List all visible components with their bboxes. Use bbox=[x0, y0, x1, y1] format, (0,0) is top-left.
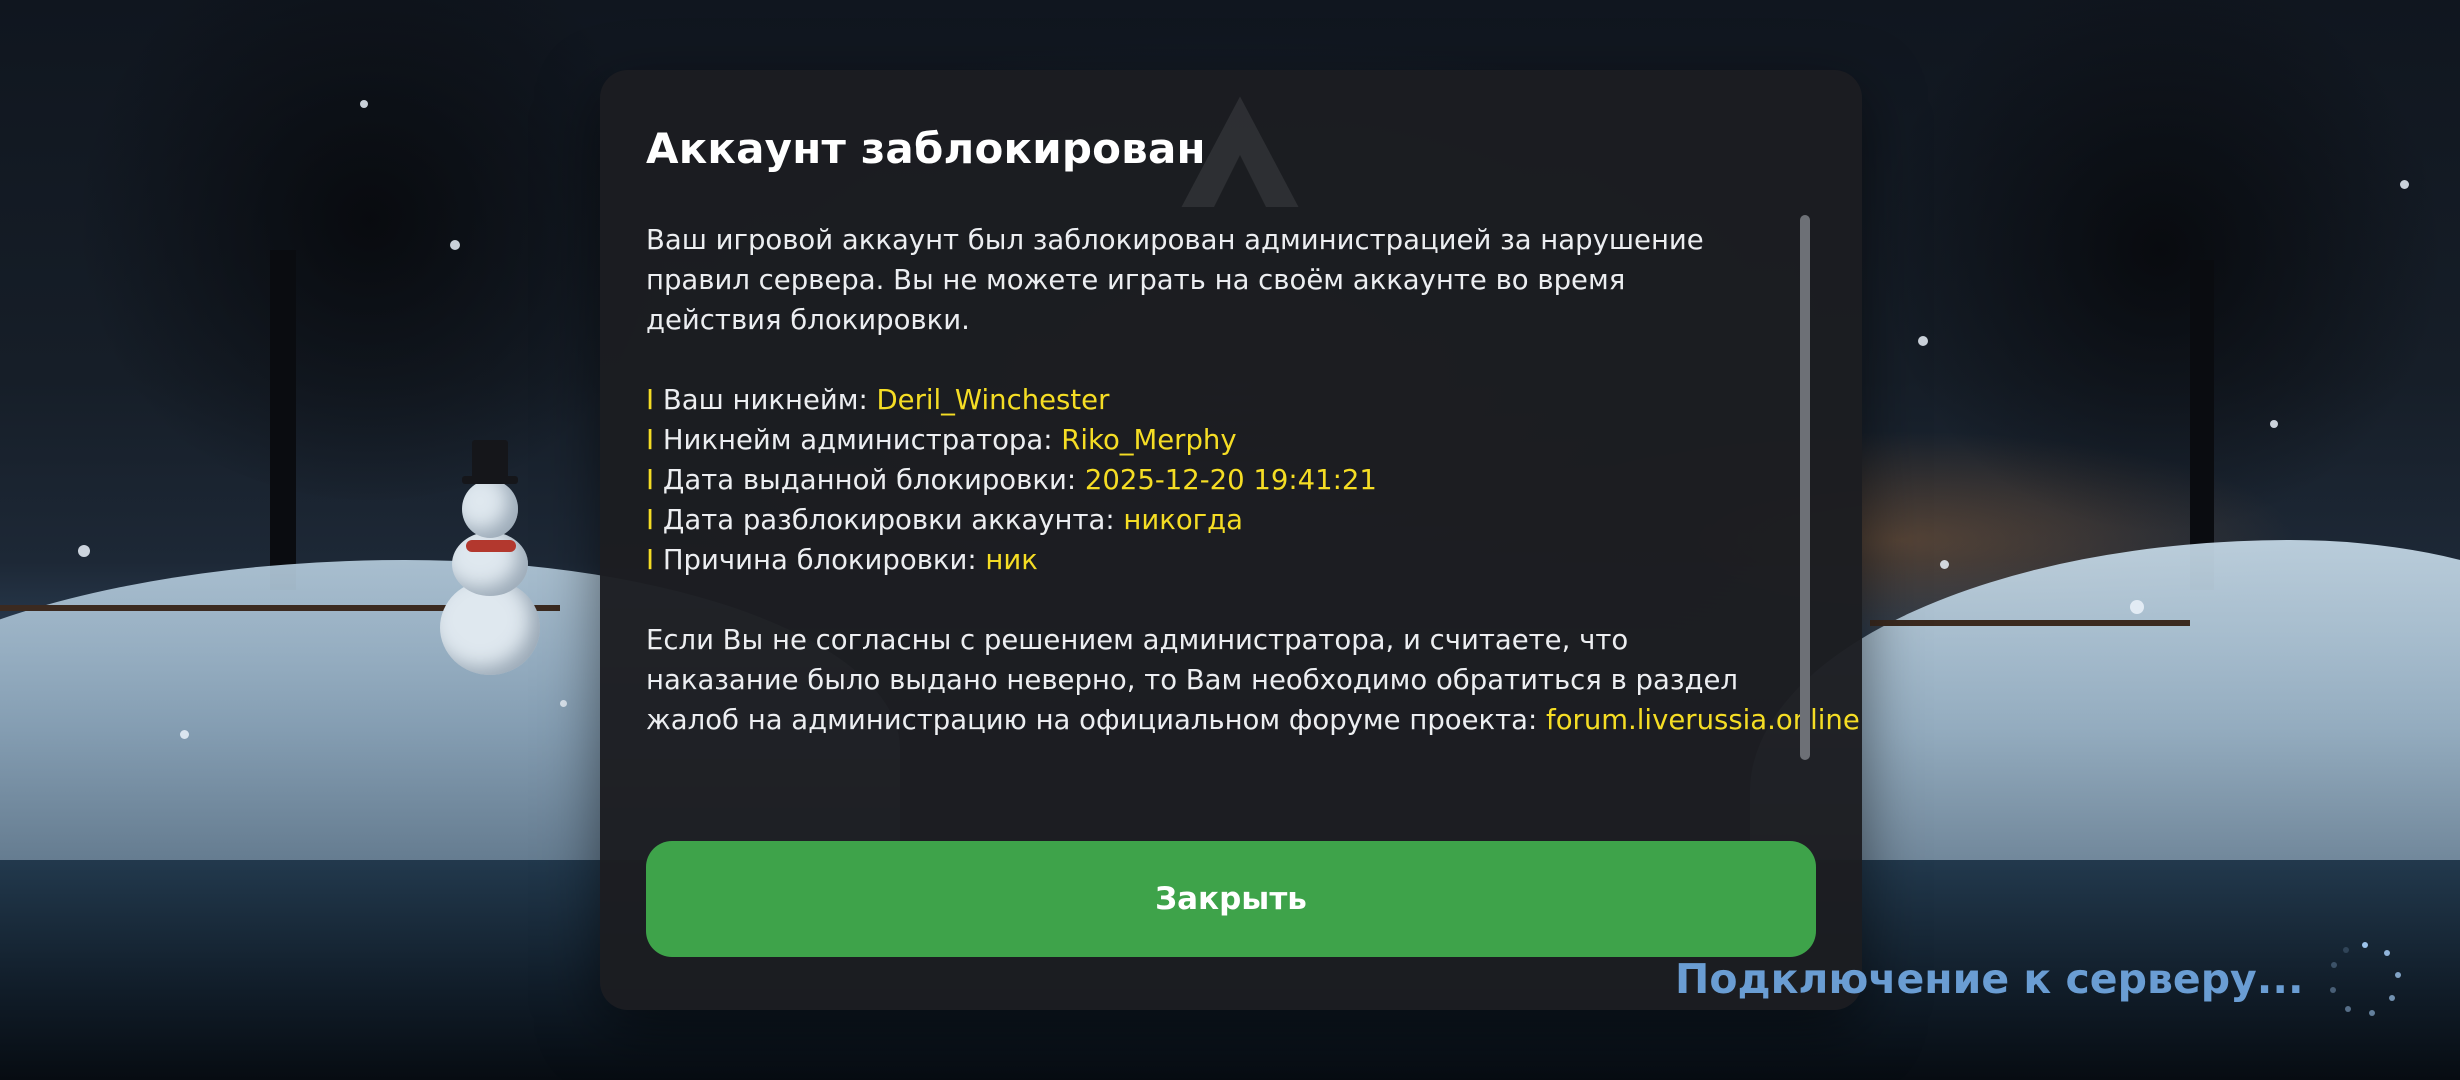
detail-value: ник bbox=[985, 544, 1038, 576]
loading-spinner-icon bbox=[2325, 940, 2405, 1020]
ban-details: Ваш игровой аккаунт был заблокирован адм… bbox=[646, 220, 1860, 800]
forum-link[interactable]: forum.liverussia.online bbox=[1546, 704, 1860, 736]
detail-value: Deril_Winchester bbox=[876, 384, 1110, 416]
intro-line: Ваш игровой аккаунт был заблокирован адм… bbox=[646, 224, 1704, 256]
detail-admin: I Никнейм администратора: Riko_Merphy bbox=[646, 420, 1826, 460]
intro-line: действия блокировки. bbox=[646, 304, 970, 336]
bullet-marker: I bbox=[646, 384, 655, 416]
ban-dialog: Аккаунт заблокирован Ваш игровой аккаунт… bbox=[600, 70, 1862, 1010]
tree-right-trunk bbox=[2190, 260, 2214, 590]
detail-label: Никнейм администратора: bbox=[662, 424, 1062, 456]
detail-value: Riko_Merphy bbox=[1061, 424, 1237, 456]
fence-right bbox=[1870, 620, 2190, 626]
detail-value: никогда bbox=[1123, 504, 1243, 536]
content-scrollbar[interactable] bbox=[1800, 215, 1810, 760]
detail-label: Дата разблокировки аккаунта: bbox=[662, 504, 1124, 536]
appeal-line: наказание было выдано неверно, то Вам не… bbox=[646, 664, 1738, 696]
bullet-marker: I bbox=[646, 504, 655, 536]
bullet-marker: I bbox=[646, 544, 655, 576]
bullet-marker: I bbox=[646, 464, 655, 496]
detail-unban-date: I Дата разблокировки аккаунта: никогда bbox=[646, 500, 1826, 540]
detail-reason: I Причина блокировки: ник bbox=[646, 540, 1826, 580]
appeal-text: жалоб на администрацию на официальном фо… bbox=[646, 704, 1547, 736]
appeal-line: жалоб на администрацию на официальном фо… bbox=[646, 700, 1860, 740]
tree-left-trunk bbox=[270, 250, 296, 590]
snowflake bbox=[450, 240, 460, 250]
intro-line: правил сервера. Вы не можете играть на с… bbox=[646, 264, 1626, 296]
tree-left bbox=[60, 0, 680, 500]
snowflake bbox=[1918, 336, 1928, 346]
snowflake bbox=[560, 700, 567, 707]
scrollbar-thumb[interactable] bbox=[1800, 215, 1810, 760]
snowflake bbox=[78, 545, 90, 557]
detail-label: Дата выданной блокировки: bbox=[662, 464, 1085, 496]
detail-label: Ваш никнейм: bbox=[662, 384, 877, 416]
snowflake bbox=[180, 730, 189, 739]
snowflake bbox=[2400, 180, 2409, 189]
snowflake bbox=[1940, 560, 1949, 569]
snowflake bbox=[360, 100, 368, 108]
snowman bbox=[430, 440, 550, 675]
detail-nickname: I Ваш никнейм: Deril_Winchester bbox=[646, 380, 1826, 420]
snowflake bbox=[2130, 600, 2144, 614]
bullet-marker: I bbox=[646, 424, 655, 456]
snowflake bbox=[2270, 420, 2278, 428]
connecting-status: Подключение к серверу... bbox=[1675, 955, 2304, 1003]
dialog-title: Аккаунт заблокирован bbox=[646, 124, 1206, 173]
detail-value: 2025-12-20 19:41:21 bbox=[1084, 464, 1377, 496]
detail-ban-date: I Дата выданной блокировки: 2025-12-20 1… bbox=[646, 460, 1826, 500]
close-button[interactable]: Закрыть bbox=[646, 841, 1816, 957]
appeal-line: Если Вы не согласны с решением администр… bbox=[646, 624, 1629, 656]
detail-label: Причина блокировки: bbox=[662, 544, 986, 576]
